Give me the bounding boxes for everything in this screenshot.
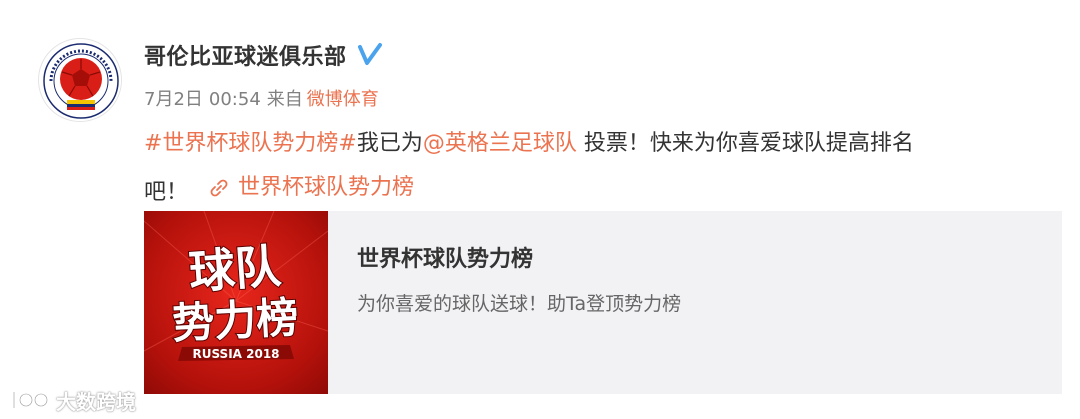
author-avatar[interactable] [38,38,122,122]
post-text-part: 我已为 [356,131,423,156]
card-thumbnail-graphic: 球队 势力榜 RUSSIA 2018 [144,211,328,361]
watermark-logo-icon [12,390,49,410]
post-source-link[interactable]: 微博体育 [307,89,379,110]
topic-link-text: 世界杯球队势力榜 [238,175,415,200]
card-image-line1: 球队 [187,239,284,299]
card-title[interactable]: 世界杯球队势力榜 [357,241,533,273]
post-text-part: 投票！快来为你喜爱球队提高排名 [576,131,914,156]
author-name[interactable]: 哥伦比亚球迷俱乐部 [144,39,347,71]
topic-link[interactable]: 世界杯球队势力榜 [208,166,414,210]
source-prefix: 来自 [266,89,303,110]
watermark-text: 大数跨境 [56,389,136,414]
verified-badge-icon [357,42,383,68]
hashtag-link[interactable]: #世界杯球队势力榜# [144,131,357,156]
post-meta: 7月2日 00:54 来自 微博体育 [144,85,379,111]
post-text-line-2: 吧！ 世界杯球队势力榜 [144,166,1049,215]
card-description: 为你喜爱的球队送球！助Ta登顶势力榜 [357,293,682,315]
post-text: #世界杯球队势力榜#我已为@英格兰足球队 投票！快来为你喜爱球队提高排名 吧！ 世… [144,122,1049,215]
link-preview-card[interactable]: 球队 势力榜 RUSSIA 2018 世界杯球队势力榜 为你喜爱的球队送球！助T… [144,211,1062,394]
post-date[interactable]: 7月2日 [144,89,203,110]
watermark: 大数跨境 [10,385,136,415]
colombia-federation-crest-icon [41,41,121,121]
post-text-line-1: #世界杯球队势力榜#我已为@英格兰足球队 投票！快来为你喜爱球队提高排名 [144,122,1049,166]
card-image-badge: RUSSIA 2018 [192,347,279,361]
card-image-line2: 势力榜 [171,293,299,349]
card-thumbnail: 球队 势力榜 RUSSIA 2018 [144,211,328,394]
post-author: 哥伦比亚球迷俱乐部 [144,38,383,72]
post-text-part: 吧！ [144,180,189,205]
post-time[interactable]: 00:54 [209,89,261,110]
link-icon [210,179,228,197]
mention-link[interactable]: @英格兰足球队 [423,131,577,156]
